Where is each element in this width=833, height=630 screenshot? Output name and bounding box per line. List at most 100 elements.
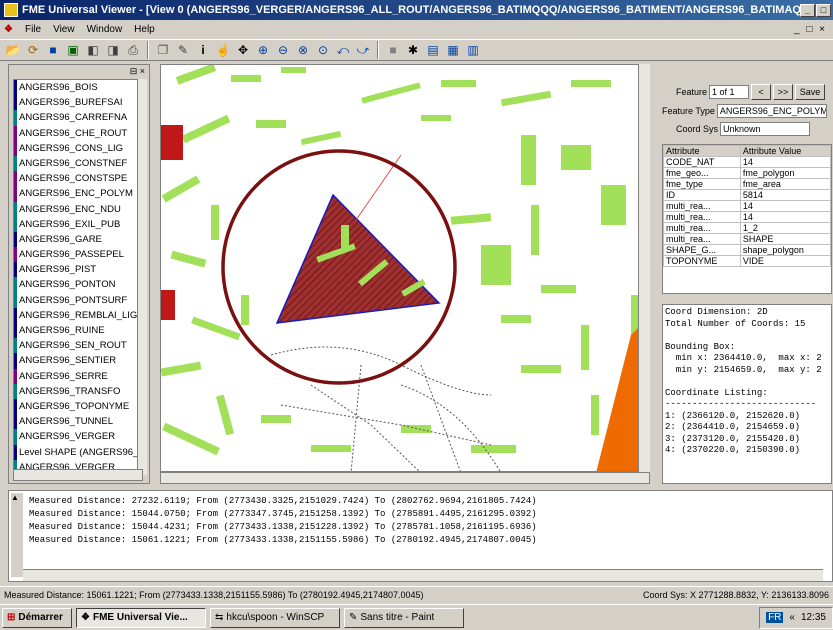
minimize-button[interactable]: _ — [800, 3, 815, 17]
open-icon[interactable]: 📂 — [4, 41, 22, 59]
layer-item[interactable]: ANGERS96_RUINE — [14, 323, 142, 339]
selected-feature-polygon[interactable] — [275, 193, 441, 324]
stop-icon[interactable]: ■ — [384, 41, 402, 59]
zoom-extents-icon[interactable]: ⊗ — [294, 41, 312, 59]
window-title: FME Universal Viewer - [View 0 (ANGERS96… — [22, 4, 800, 16]
attr-row[interactable]: multi_rea... 14 — [663, 211, 831, 223]
attr-row[interactable]: fme_geo... fme_polygon — [663, 167, 831, 179]
system-tray: FR « 12:35 — [759, 606, 833, 629]
layer-item[interactable]: ANGERS96_PASSEPEL — [14, 247, 142, 263]
layer-item[interactable]: ANGERS96_BOIS — [14, 80, 142, 96]
zoom-selection-icon[interactable]: ⊙ — [314, 41, 332, 59]
layer-item[interactable]: ANGERS96_CONSTSPE — [14, 171, 142, 187]
layer-item[interactable]: ANGERS96_CARREFNA — [14, 110, 142, 126]
map-view[interactable] — [160, 64, 650, 472]
task-paint[interactable]: ✎ Sans titre - Paint — [344, 607, 464, 628]
attr-header-cell[interactable]: Attribute Value — [739, 145, 831, 157]
feature-type-label: Feature Type — [662, 106, 715, 116]
attr-row[interactable]: multi_rea... 1_2 — [663, 222, 831, 234]
export-icon[interactable]: ◧ — [84, 41, 102, 59]
grid-icon[interactable]: ▦ — [444, 41, 462, 59]
map-horizontal-scrollbar[interactable] — [160, 472, 650, 484]
layer-item[interactable]: ANGERS96_SEN_ROUT — [14, 338, 142, 354]
start-label: Démarrer — [18, 612, 63, 623]
select-icon[interactable]: ☝ — [214, 41, 232, 59]
feature-type-select[interactable]: ANGERS96_ENC_POLYM — [716, 104, 827, 118]
layer-item[interactable]: ANGERS96_CONS_LIG — [14, 140, 142, 156]
menu-file[interactable]: File — [25, 24, 41, 35]
layer-item[interactable]: Level SHAPE (ANGERS96_VE — [14, 444, 142, 460]
print-icon[interactable]: ⎙ — [124, 41, 142, 59]
log-panel: ▲ Measured Distance: 27232.6119; From (2… — [8, 490, 833, 582]
attribute-table: Attribute Attribute Value CODE_NAT 14 fme_ge… — [662, 144, 832, 294]
layer-list-hscrollbar[interactable] — [13, 469, 143, 481]
layer-item[interactable]: ANGERS96_PIST — [14, 262, 142, 278]
forward-icon[interactable]: ⤻ — [354, 41, 372, 59]
layer-item[interactable]: ANGERS96_VERGER — [14, 429, 142, 445]
back-icon[interactable]: ⤺ — [334, 41, 352, 59]
reload-icon[interactable]: ⟳ — [24, 41, 42, 59]
pan-icon[interactable]: ✥ — [234, 41, 252, 59]
layer-item[interactable]: ANGERS96_EXIL_PUB — [14, 216, 142, 232]
layer-item[interactable]: ANGERS96_GARE — [14, 231, 142, 248]
layer-item[interactable]: ANGERS96_PONTSURF — [14, 292, 142, 308]
layer-item[interactable]: ANGERS96_ENC_NDU — [14, 201, 142, 217]
settings-icon[interactable]: ◨ — [104, 41, 122, 59]
save-feature-button[interactable]: Save — [795, 84, 826, 100]
layer-panel: ⊟ × ANGERS96_BOIS ANGERS96_BUREFSAI ANGERS… — [8, 64, 150, 484]
layer-item[interactable]: ANGERS96_CONSTNEF — [14, 155, 142, 172]
layer-item[interactable]: ANGERS96_REMBLAI_LIG — [14, 307, 142, 323]
attr-row[interactable]: TOPONYME VIDE — [663, 255, 831, 267]
attr-value-cell: fme_polygon — [739, 167, 831, 179]
maximize-button[interactable]: □ — [816, 3, 831, 17]
attr-row[interactable]: CODE_NAT 14 — [663, 156, 831, 168]
road-network — [270, 346, 501, 471]
mdi-controls[interactable]: _ □ × — [794, 24, 827, 35]
toolbar-separator — [377, 41, 379, 59]
start-button[interactable]: ⊞ Démarrer — [2, 607, 72, 628]
layer-item[interactable]: ANGERS96_ENC_POLYM — [14, 186, 142, 202]
windows-logo-icon: ⊞ — [7, 612, 16, 623]
attr-row[interactable]: fme_type fme_area — [663, 178, 831, 190]
menu-help[interactable]: Help — [134, 24, 155, 35]
layer-item[interactable]: ANGERS96_TUNNEL — [14, 414, 142, 430]
menu-view[interactable]: View — [53, 24, 75, 35]
task-label: Sans titre - Paint — [360, 612, 435, 623]
attr-row[interactable]: multi_rea... SHAPE — [663, 233, 831, 245]
layout-icon[interactable]: ▥ — [464, 41, 482, 59]
zoom-out-icon[interactable]: ⊖ — [274, 41, 292, 59]
layer-item[interactable]: ANGERS96_CHE_ROUT — [14, 125, 142, 141]
layer-item[interactable]: ANGERS96_SERRE — [14, 368, 142, 384]
task-winscp[interactable]: ⇆ hkcu\spoon - WinSCP — [210, 607, 340, 628]
language-indicator[interactable]: FR — [766, 612, 784, 623]
layer-item[interactable]: ANGERS96_PONTON — [14, 277, 142, 293]
attr-row[interactable]: ID 5814 — [663, 189, 831, 201]
log-panel-grip[interactable]: ▲ — [11, 493, 23, 577]
layer-item[interactable]: ANGERS96_SENTIER — [14, 353, 142, 369]
info-icon[interactable]: i — [194, 41, 212, 59]
layer-item[interactable]: ANGERS96_TOPONYME — [14, 398, 142, 415]
table-icon[interactable]: ▤ — [424, 41, 442, 59]
next-feature-button[interactable]: >> — [773, 84, 794, 100]
measure-icon[interactable]: ✎ — [174, 41, 192, 59]
task-fme-viewer[interactable]: ❖ FME Universal Vie... — [76, 607, 206, 628]
attr-row[interactable]: SHAPE_G... shape_polygon — [663, 244, 831, 256]
map-vertical-scrollbar[interactable] — [638, 64, 650, 472]
attr-row[interactable]: multi_rea... 14 — [663, 200, 831, 212]
attr-header-cell[interactable]: Attribute — [663, 145, 741, 157]
prev-feature-button[interactable]: < — [751, 84, 772, 100]
pin-icon[interactable]: ✱ — [404, 41, 422, 59]
save-icon[interactable]: ■ — [44, 41, 62, 59]
map-canvas[interactable] — [161, 65, 650, 472]
log-horizontal-scrollbar[interactable] — [23, 569, 823, 581]
task-label: FME Universal Vie... — [92, 612, 188, 623]
menu-window[interactable]: Window — [87, 24, 123, 35]
zoom-in-icon[interactable]: ⊕ — [254, 41, 272, 59]
layer-item[interactable]: ANGERS96_BUREFSAI — [14, 95, 142, 111]
import-icon[interactable]: ▣ — [64, 41, 82, 59]
layer-item[interactable]: ANGERS96_TRANSFO — [14, 383, 142, 399]
tray-icon[interactable]: « — [789, 612, 795, 623]
copy-icon[interactable]: ❐ — [154, 41, 172, 59]
layer-list-scrollbar[interactable] — [137, 79, 147, 475]
layer-panel-controls[interactable]: ⊟ × — [130, 66, 145, 77]
